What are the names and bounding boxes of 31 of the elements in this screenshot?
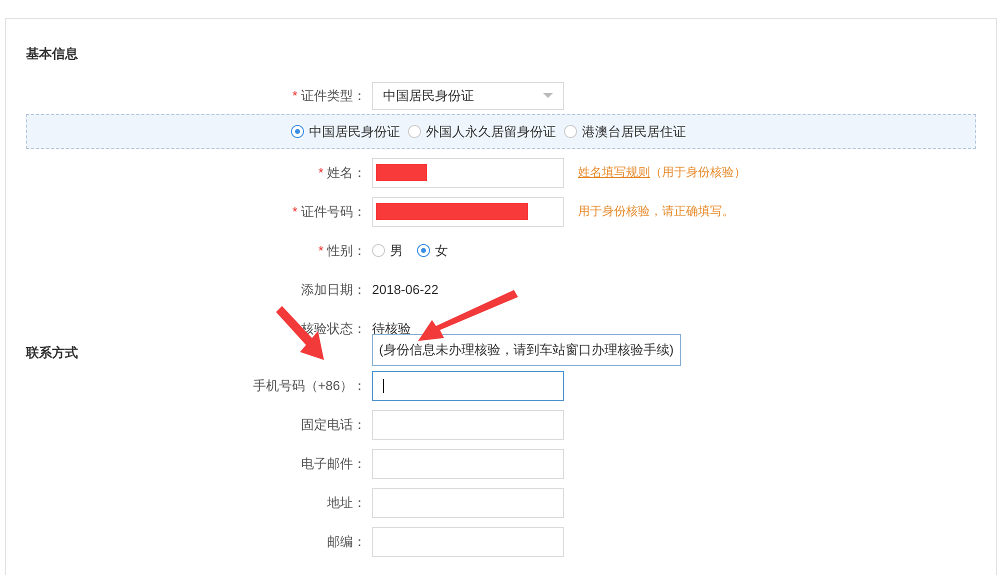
- field-label: 手机号码（+86）：: [252, 378, 366, 392]
- input-field[interactable]: [372, 370, 564, 400]
- field-label: 地址：: [327, 494, 366, 510]
- field-label: * 证件号码：: [292, 204, 366, 218]
- field-label: * 性别：: [318, 242, 366, 258]
- radio-option[interactable]: 男: [372, 242, 403, 260]
- text-cursor: [383, 378, 384, 392]
- id-type-select[interactable]: 中国居民身份证: [372, 82, 564, 110]
- radio-label: 中国居民身份证: [309, 122, 400, 140]
- hint-text: （用于身份核验）: [650, 165, 746, 179]
- section-title: 基本信息: [26, 45, 79, 63]
- tooltip: (身份信息未办理核验，请到车站窗口办理核验手续): [372, 334, 681, 366]
- caret-icon: [543, 93, 553, 98]
- radio-button[interactable]: [291, 125, 304, 138]
- field-label: 邮编：: [327, 534, 366, 548]
- radio-button[interactable]: [372, 244, 385, 257]
- radio-option[interactable]: 女: [417, 242, 448, 260]
- radio-button[interactable]: [408, 125, 421, 138]
- radio-option[interactable]: 中国居民身份证: [291, 122, 400, 140]
- field-label: 固定电话：: [301, 416, 366, 432]
- field-label: * 姓名：: [318, 164, 366, 180]
- radio-label: 女: [435, 242, 448, 260]
- radio-label: 男: [390, 242, 403, 260]
- radio-button[interactable]: [564, 125, 577, 138]
- hint-text: 用于身份核验，请正确填写。: [578, 204, 734, 218]
- section-title: 联系方式: [26, 345, 79, 361]
- radio-button[interactable]: [417, 244, 430, 257]
- field-value: 2018-06-22: [372, 282, 438, 297]
- field-label: 添加日期：: [301, 282, 366, 296]
- field-label: * 证件类型：: [292, 88, 366, 102]
- field-label: 电子邮件：: [301, 456, 366, 470]
